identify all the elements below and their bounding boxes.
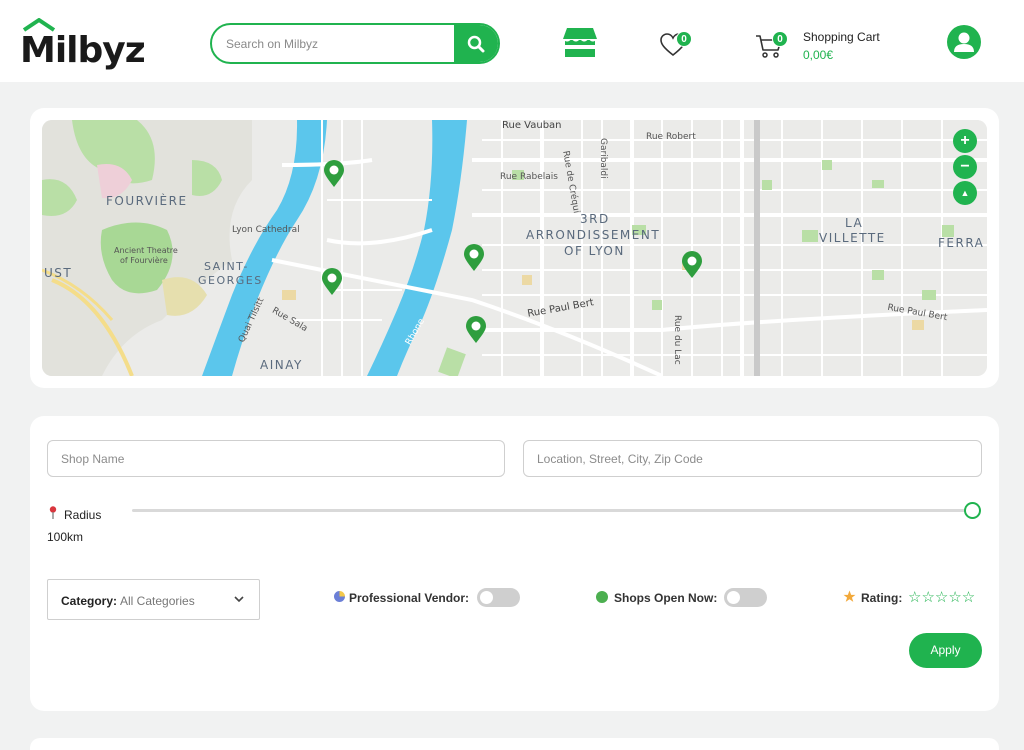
category-select[interactable]: Category: All Categories [47,579,260,620]
category-value: All Categories [120,594,195,608]
map-district-label: FERRA [938,236,985,250]
shop-name-input[interactable] [48,441,504,476]
search-button[interactable] [454,25,498,62]
wishlist-count-badge: 0 [676,31,692,47]
radius-slider-thumb[interactable] [964,502,981,519]
category-label: Category: [61,594,118,608]
store-icon[interactable] [562,26,598,58]
shop-pin-icon[interactable] [321,268,343,296]
radius-slider-track[interactable] [132,509,972,512]
map-district-label: ARRONDISSEMENT [526,228,661,242]
shop-pin-icon[interactable] [465,316,487,344]
professional-vendor-label: Professional Vendor: [349,591,470,605]
map-district-label: AINAY [260,358,303,372]
map-district-label: SAINT- [204,260,249,273]
shop-map[interactable]: Rue Vauban Rue Robert Garibaldi Rue de C… [42,120,987,376]
map-district-label: UST [44,266,73,280]
cart-button[interactable]: 0 [755,31,791,61]
cart-total: 0,00€ [803,48,834,62]
location-input[interactable] [524,441,981,476]
map-place-label: of Fourvière [120,256,168,265]
search-icon [467,35,485,52]
shops-open-now-toggle[interactable] [724,588,767,607]
map-street-label: Rue Robert [646,132,696,142]
cart-label[interactable]: Shopping Cart [803,30,880,44]
shops-open-now-label: Shops Open Now: [614,591,718,605]
zoom-in-button[interactable]: + [953,129,977,153]
map-place-label: Ancient Theatre [114,246,178,255]
map-street-label: Rue Rabelais [500,172,558,182]
compass-button[interactable]: ▲ [953,181,977,205]
professional-vendor-icon [334,591,345,602]
apply-button[interactable]: Apply [909,633,982,668]
professional-vendor-toggle[interactable] [477,588,520,607]
rating-stars[interactable]: ☆☆☆☆☆ [908,588,975,606]
header: Milbyz 0 0 Shopping Cart 0,00€ [0,0,1024,82]
radius-label: Radius [64,508,102,522]
shop-pin-icon[interactable] [681,251,703,279]
map-district-label: GEORGES [198,274,263,287]
shop-name-field [47,440,505,477]
map-street-label: Rue Vauban [502,120,562,131]
map-district-label: VILLETTE [819,231,886,245]
star-icon [843,590,856,602]
zoom-out-button[interactable]: − [953,155,977,179]
map-street-label: Rue du Lac [672,315,682,365]
pin-icon [49,506,57,519]
results-card-edge [30,738,999,750]
wishlist-button[interactable]: 0 [660,31,692,61]
cart-count-badge: 0 [772,31,788,47]
shop-pin-icon[interactable] [323,160,345,188]
map-district-label: 3RD [580,212,610,226]
map-tiles [42,120,987,376]
chevron-down-icon [234,596,244,603]
open-status-dot-icon [596,591,608,603]
search-bar [210,23,500,64]
location-field [523,440,982,477]
rating-label: Rating: [861,591,903,605]
map-district-label: LA [845,216,864,230]
shop-pin-icon[interactable] [463,244,485,272]
search-input[interactable] [212,25,458,62]
logo-text: Milbyz [20,30,146,71]
map-street-label: Garibaldi [598,138,608,179]
map-place-label: Lyon Cathedral [232,225,300,235]
user-account-icon[interactable] [947,25,981,59]
map-district-label: FOURVIÈRE [106,194,188,208]
radius-value: 100km [47,530,84,544]
map-card: Rue Vauban Rue Robert Garibaldi Rue de C… [30,108,999,388]
map-district-label: OF LYON [564,244,625,258]
